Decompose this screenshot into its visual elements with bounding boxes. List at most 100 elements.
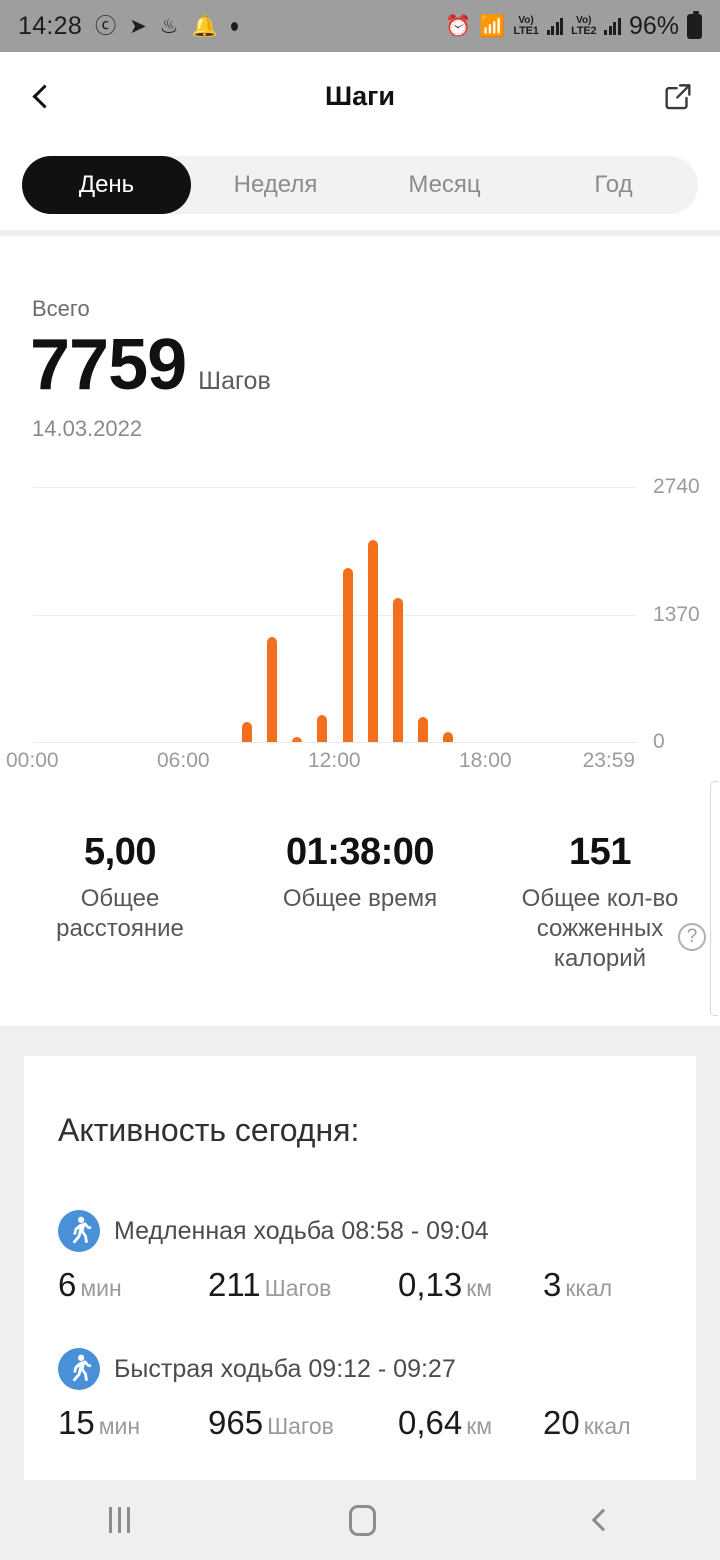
activity-name: Медленная ходьба 08:58 - 09:04 (114, 1216, 489, 1245)
metric-calories-value: 3 (543, 1266, 562, 1303)
chart-bar[interactable] (342, 568, 353, 742)
metric-distance: 0,13 км (398, 1266, 543, 1304)
status-time: 14:28 (18, 11, 83, 40)
metric-distance-value: 0,13 (398, 1266, 463, 1303)
chart-bar[interactable] (292, 736, 303, 742)
stat-distance-value: 5,00 (84, 831, 156, 873)
chart-y-tick-label: 2740 (653, 475, 700, 498)
metric-steps: 965 Шагов (208, 1404, 398, 1442)
question-mark-icon[interactable]: ? (678, 923, 706, 951)
recents-icon[interactable] (109, 1507, 131, 1533)
telegram-icon: ➤ (129, 14, 147, 38)
tab-week[interactable]: Неделя (191, 156, 360, 214)
chart-y-tick-label: 1370 (653, 602, 700, 626)
list-item[interactable]: Быстрая ходьба 09:12 - 09:27 15 мин 965 … (58, 1348, 678, 1442)
stat-calories: 151 Общее кол-во сожженных калорий ? (480, 831, 720, 974)
chart-bar[interactable] (241, 721, 252, 742)
sim2-volte-label: Vo) (576, 14, 592, 26)
alarm-icon: ⏰ (445, 14, 472, 38)
scroll-content[interactable]: Всего 7759 Шагов 14.03.2022 0 1370 2740 00… (0, 230, 720, 1480)
sim2-indicator: Vo) LTE2 (571, 14, 597, 37)
metric-duration-value: 6 (58, 1266, 77, 1303)
period-tabs-container: День Неделя Месяц Год (0, 140, 720, 230)
chart-x-tick-label: 06:00 (157, 749, 210, 772)
chart-gridline (33, 487, 637, 488)
metric-duration: 6 мин (58, 1266, 208, 1304)
total-row: 7759 Шагов (30, 324, 271, 406)
chart-plot-area (33, 487, 637, 743)
stats-row: 5,00 Общее расстояние 01:38:00 Общее вре… (0, 831, 720, 974)
tab-year[interactable]: Год (529, 156, 698, 214)
app-bar: Шаги (0, 52, 720, 140)
chart-y-tick-label: 0 (653, 730, 665, 753)
activity-name: Быстрая ходьба 09:12 - 09:27 (114, 1354, 456, 1383)
chart-bar[interactable] (443, 731, 454, 742)
metric-steps-unit: Шагов (267, 1413, 334, 1439)
stat-time: 01:38:00 Общее время (240, 831, 480, 974)
sim1-network-label: LTE1 (513, 24, 539, 37)
chart-x-tick-label: 23:59 (582, 749, 636, 772)
total-steps-unit: Шагов (198, 367, 271, 395)
metric-distance: 0,64 км (398, 1404, 543, 1442)
sim1-signal-icon (546, 17, 564, 35)
bell-icon: 🔔 (191, 14, 218, 38)
battery-icon (687, 10, 702, 39)
activity-metrics: 15 мин 965 Шагов 0,64 км 20 ккал (58, 1404, 678, 1442)
chart-bar[interactable] (418, 716, 429, 742)
chevron-left-icon (32, 83, 57, 109)
metric-calories: 20 ккал (543, 1404, 631, 1442)
sim1-indicator: Vo) LTE1 (513, 14, 539, 37)
home-icon[interactable] (348, 1504, 376, 1536)
stat-time-value: 01:38:00 (285, 831, 435, 873)
metric-distance-unit: км (466, 1275, 493, 1301)
status-bar: 14:28 ⓒ ➤ ♨ 🔔 ⏰ 📶 Vo) LTE1 Vo) LTE2 96% (0, 0, 720, 52)
android-nav-bar (0, 1480, 720, 1560)
steps-summary-card: Всего 7759 Шагов 14.03.2022 0 1370 2740 00… (0, 236, 720, 1026)
metric-duration-value: 15 (58, 1404, 95, 1441)
battery-percent: 96% (628, 11, 679, 40)
back-icon[interactable] (591, 1508, 614, 1532)
share-button[interactable] (636, 52, 720, 140)
metric-calories-value: 20 (543, 1404, 580, 1441)
back-button[interactable] (0, 52, 84, 140)
metric-duration: 15 мин (58, 1404, 208, 1442)
app-screen: 14:28 ⓒ ➤ ♨ 🔔 ⏰ 📶 Vo) LTE1 Vo) LTE2 96% (0, 0, 720, 1560)
metric-calories-unit: ккал (583, 1413, 631, 1439)
metric-calories-unit: ккал (565, 1275, 613, 1301)
chart-x-tick-label: 12:00 (308, 749, 361, 772)
activity-title: Активность сегодня: (58, 1112, 360, 1148)
walking-person-icon (58, 1210, 100, 1252)
metric-steps-value: 965 (208, 1404, 264, 1441)
summary-date: 14.03.2022 (32, 416, 143, 441)
activity-metrics: 6 мин 211 Шагов 0,13 км 3 ккал (58, 1266, 678, 1304)
metric-duration-unit: мин (98, 1413, 141, 1439)
total-steps-value: 7759 (30, 325, 187, 405)
activity-card: Активность сегодня: Медленная ходьба 08:… (24, 1056, 696, 1480)
chart-bar[interactable] (267, 636, 278, 742)
walking-person-icon (58, 1348, 100, 1390)
stat-time-label: Общее время (282, 885, 438, 912)
metric-distance-unit: км (466, 1413, 493, 1439)
period-tabs: День Неделя Месяц Год (22, 156, 698, 214)
chart-bar[interactable] (392, 598, 403, 742)
tab-month[interactable]: Месяц (360, 156, 529, 214)
tab-day[interactable]: День (22, 156, 191, 214)
list-item[interactable]: Медленная ходьба 08:58 - 09:04 6 мин 211… (58, 1210, 678, 1304)
app-icon: ♨ (159, 14, 179, 38)
external-link-icon (665, 84, 691, 110)
metric-steps: 211 Шагов (208, 1266, 398, 1304)
activity-header: Быстрая ходьба 09:12 - 09:27 (58, 1348, 678, 1390)
dot-icon (230, 21, 238, 31)
stat-distance-label: Общее расстояние (56, 885, 184, 942)
chart-x-tick-label: 00:00 (6, 749, 59, 772)
sim1-volte-label: Vo) (518, 14, 534, 26)
chart-bar[interactable] (317, 714, 328, 742)
chart-gridline (33, 614, 637, 616)
chart-bar[interactable] (367, 540, 378, 742)
metric-distance-value: 0,64 (398, 1404, 463, 1441)
sim2-network-label: LTE2 (571, 24, 597, 37)
messenger-b-icon: ⓒ (95, 14, 117, 38)
metric-duration-unit: мин (80, 1275, 122, 1301)
steps-bar-chart[interactable]: 0 1370 2740 00:00 06:00 12:00 18:00 23:59 (0, 466, 720, 786)
total-label: Всего (32, 296, 90, 321)
